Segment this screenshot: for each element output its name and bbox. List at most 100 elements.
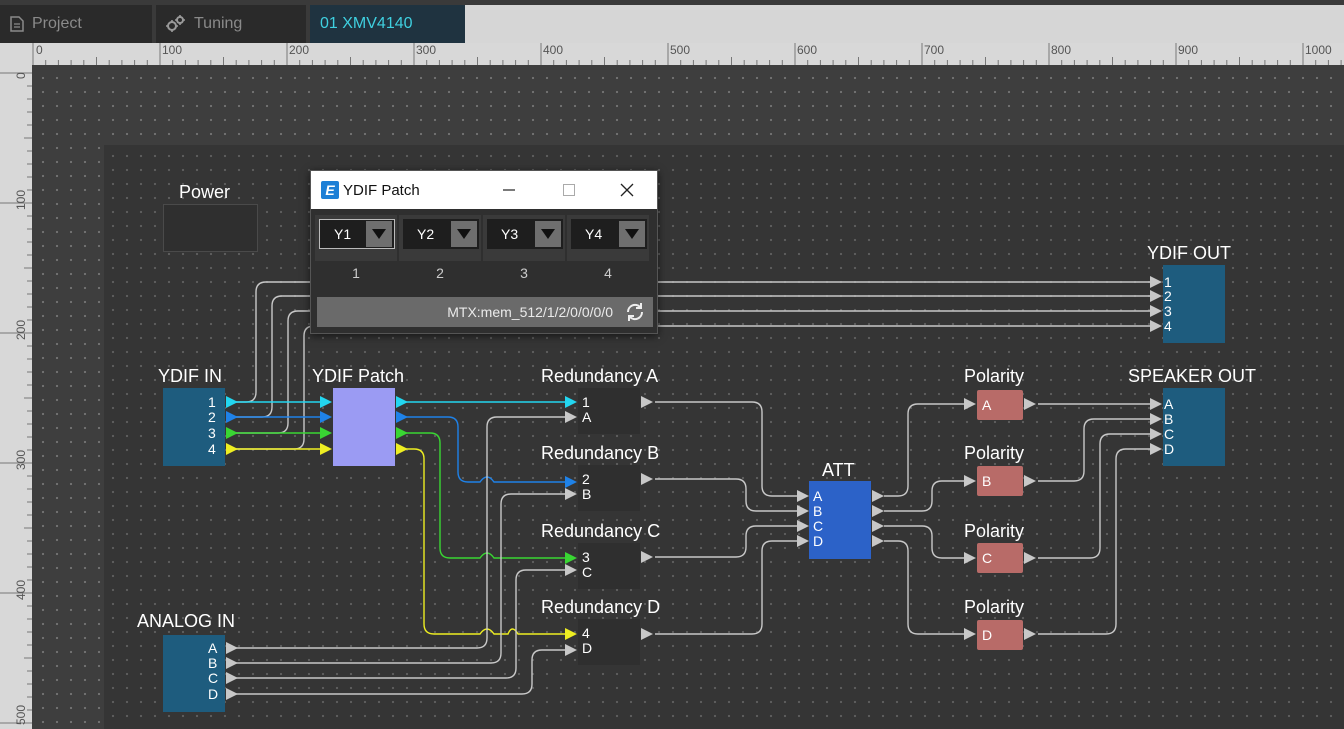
- port-arrow[interactable]: [565, 552, 577, 564]
- port-arrow[interactable]: [226, 672, 238, 684]
- polarity-c-block[interactable]: C: [977, 543, 1023, 573]
- ydif-patch-label: YDIF Patch: [312, 366, 405, 386]
- patch-slot-3: Y3: [483, 215, 565, 261]
- wire-red-att-d: [655, 540, 797, 635]
- port-arrow[interactable]: [964, 475, 976, 487]
- port-arrow[interactable]: [226, 427, 238, 439]
- ydif-patch-block[interactable]: [333, 388, 395, 466]
- port-arrow[interactable]: [320, 396, 332, 408]
- port-arrow[interactable]: [641, 628, 653, 640]
- select-value: Y2: [417, 226, 435, 242]
- redundancy-a-block[interactable]: 1 A: [578, 388, 640, 434]
- wire-red-att-b: [655, 478, 797, 512]
- att-block[interactable]: A B C D: [809, 481, 871, 559]
- port-arrow[interactable]: [797, 505, 809, 517]
- ydif-out-block[interactable]: 1 2 3 4: [1163, 265, 1225, 343]
- maximize-button[interactable]: [547, 171, 591, 209]
- polarity-b-block[interactable]: B: [977, 466, 1023, 496]
- port-label: B: [813, 503, 823, 519]
- port-arrow[interactable]: [565, 564, 577, 576]
- select-value: Y1: [334, 226, 352, 242]
- port-arrow[interactable]: [1150, 320, 1162, 332]
- polarity-a-block[interactable]: A: [977, 390, 1023, 420]
- refresh-icon[interactable]: [623, 300, 647, 324]
- port-arrow[interactable]: [565, 411, 577, 423]
- port-arrow[interactable]: [396, 427, 408, 439]
- port-arrow[interactable]: [872, 535, 884, 547]
- port-arrow[interactable]: [1024, 398, 1036, 410]
- port-arrow[interactable]: [797, 535, 809, 547]
- port-arrow[interactable]: [964, 552, 976, 564]
- port-arrow[interactable]: [226, 396, 238, 408]
- port-arrow[interactable]: [226, 688, 238, 700]
- port-arrow[interactable]: [226, 642, 238, 654]
- port-arrow[interactable]: [1024, 628, 1036, 640]
- port-arrow[interactable]: [1150, 290, 1162, 302]
- analog-in-label: ANALOG IN: [137, 611, 236, 631]
- port-arrow[interactable]: [797, 490, 809, 502]
- port-arrow[interactable]: [226, 411, 238, 423]
- port-label: 1: [582, 394, 590, 410]
- select-value: Y3: [501, 226, 519, 242]
- port-arrow[interactable]: [565, 488, 577, 500]
- redundancy-b-block[interactable]: 2 B: [578, 465, 640, 511]
- port-label: C: [813, 518, 824, 534]
- port-arrow[interactable]: [320, 443, 332, 455]
- port-arrow[interactable]: [872, 520, 884, 532]
- port-arrow[interactable]: [396, 396, 408, 408]
- analog-in-block[interactable]: A B C D: [163, 635, 225, 712]
- power-block[interactable]: [163, 204, 258, 252]
- port-arrow[interactable]: [565, 644, 577, 656]
- slot-number: 1: [352, 265, 360, 281]
- window-title: YDIF Patch: [343, 181, 420, 199]
- polarity-d-block[interactable]: D: [977, 620, 1023, 650]
- port-arrow[interactable]: [1024, 552, 1036, 564]
- port-label: 4: [208, 441, 216, 457]
- port-label: C: [582, 564, 593, 580]
- window-titlebar[interactable]: E YDIF Patch: [311, 171, 657, 209]
- port-arrow[interactable]: [1150, 276, 1162, 288]
- port-arrow[interactable]: [320, 411, 332, 423]
- port-label: 3: [208, 425, 216, 441]
- port-label: A: [982, 397, 992, 413]
- port-arrow[interactable]: [320, 427, 332, 439]
- speaker-out-block[interactable]: A B C D: [1163, 388, 1225, 466]
- port-arrow[interactable]: [226, 657, 238, 669]
- close-button[interactable]: [605, 171, 649, 209]
- port-arrow[interactable]: [872, 505, 884, 517]
- ydif-patch-window[interactable]: E YDIF Patch Y1 Y2 Y3 Y4 1 2 3 4 MTX:mem…: [310, 170, 658, 334]
- port-arrow[interactable]: [565, 476, 577, 488]
- port-label: D: [582, 640, 593, 656]
- port-arrow[interactable]: [565, 396, 577, 408]
- port-arrow[interactable]: [797, 520, 809, 532]
- redundancy-c-block[interactable]: 3 C: [578, 543, 640, 589]
- port-arrow[interactable]: [565, 628, 577, 640]
- patch-select-4[interactable]: Y4: [571, 219, 647, 249]
- port-arrow[interactable]: [1150, 443, 1162, 455]
- port-arrow[interactable]: [396, 411, 408, 423]
- port-arrow[interactable]: [641, 551, 653, 563]
- patch-select-3[interactable]: Y3: [487, 219, 563, 249]
- port-label: 2: [1164, 288, 1172, 304]
- wire-pol-spk-b: [1038, 418, 1150, 482]
- port-arrow[interactable]: [1150, 413, 1162, 425]
- port-arrow[interactable]: [226, 443, 238, 455]
- port-arrow[interactable]: [641, 473, 653, 485]
- minimize-button[interactable]: [487, 171, 531, 209]
- redundancy-d-block[interactable]: 4 D: [578, 619, 640, 665]
- port-arrow[interactable]: [1150, 305, 1162, 317]
- port-arrow[interactable]: [641, 396, 653, 408]
- port-arrow[interactable]: [964, 628, 976, 640]
- port-arrow[interactable]: [872, 490, 884, 502]
- ydif-in-block[interactable]: 1 2 3 4: [163, 388, 225, 466]
- patch-select-1[interactable]: Y1: [319, 219, 395, 249]
- patch-select-2[interactable]: Y2: [403, 219, 479, 249]
- port-arrow[interactable]: [396, 443, 408, 455]
- slot-number: 2: [436, 265, 444, 281]
- port-arrow[interactable]: [1024, 475, 1036, 487]
- port-arrow[interactable]: [964, 398, 976, 410]
- port-arrow[interactable]: [1150, 398, 1162, 410]
- port-label: 4: [582, 625, 590, 641]
- port-arrow[interactable]: [1150, 428, 1162, 440]
- patch-slot-1: Y1: [315, 215, 397, 261]
